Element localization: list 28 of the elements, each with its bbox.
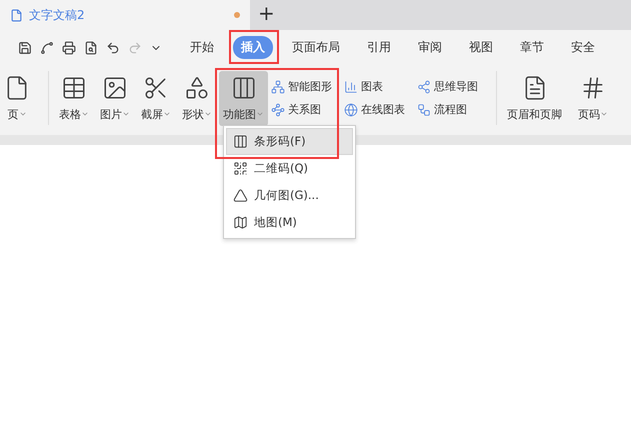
ribbon-button[interactable]: 表格 <box>55 70 93 126</box>
menu-tab[interactable]: 审阅 <box>410 36 450 59</box>
document-tab[interactable]: 文字文稿2 <box>0 0 250 30</box>
ribbon-button[interactable]: 页眉和页脚 <box>503 70 566 126</box>
ribbon-small-button[interactable]: 在线图表 <box>344 102 405 117</box>
menu-tab[interactable]: 引用 <box>359 36 399 59</box>
menu-tab[interactable]: 页面布局 <box>284 36 348 59</box>
ribbon-small-button[interactable]: 流程图 <box>417 102 478 117</box>
ribbon-button[interactable]: 页码 <box>574 70 612 126</box>
menu-item[interactable]: 几何图(G)... <box>226 182 353 209</box>
menu-item[interactable]: 条形码(F) <box>226 128 353 155</box>
menu-tab[interactable]: 开始 <box>182 36 222 59</box>
ribbon-small-button[interactable]: 关系图 <box>271 102 332 117</box>
menu-tab[interactable]: 章节 <box>512 36 552 59</box>
ribbon-small-button[interactable]: 图表 <box>344 79 405 94</box>
ribbon-button[interactable]: 形状 <box>178 70 216 126</box>
menu-tab[interactable]: 视图 <box>461 36 501 59</box>
ribbon-button[interactable]: 截屏 <box>137 70 175 126</box>
new-tab-button[interactable]: + <box>258 1 275 30</box>
ribbon-button[interactable]: 页 <box>0 70 34 126</box>
menu-tab[interactable]: 安全 <box>563 36 603 59</box>
menu-item[interactable]: 二维码(Q) <box>226 155 353 182</box>
document-title: 文字文稿2 <box>29 6 86 24</box>
ribbon-small-button[interactable]: 智能图形 <box>271 79 332 94</box>
ribbon-small-button[interactable]: 思维导图 <box>417 79 478 94</box>
ribbon-button[interactable]: 图片 <box>96 70 134 126</box>
menu-item[interactable]: 地图(M) <box>226 209 353 236</box>
ribbon-button[interactable]: 功能图 <box>219 70 268 126</box>
